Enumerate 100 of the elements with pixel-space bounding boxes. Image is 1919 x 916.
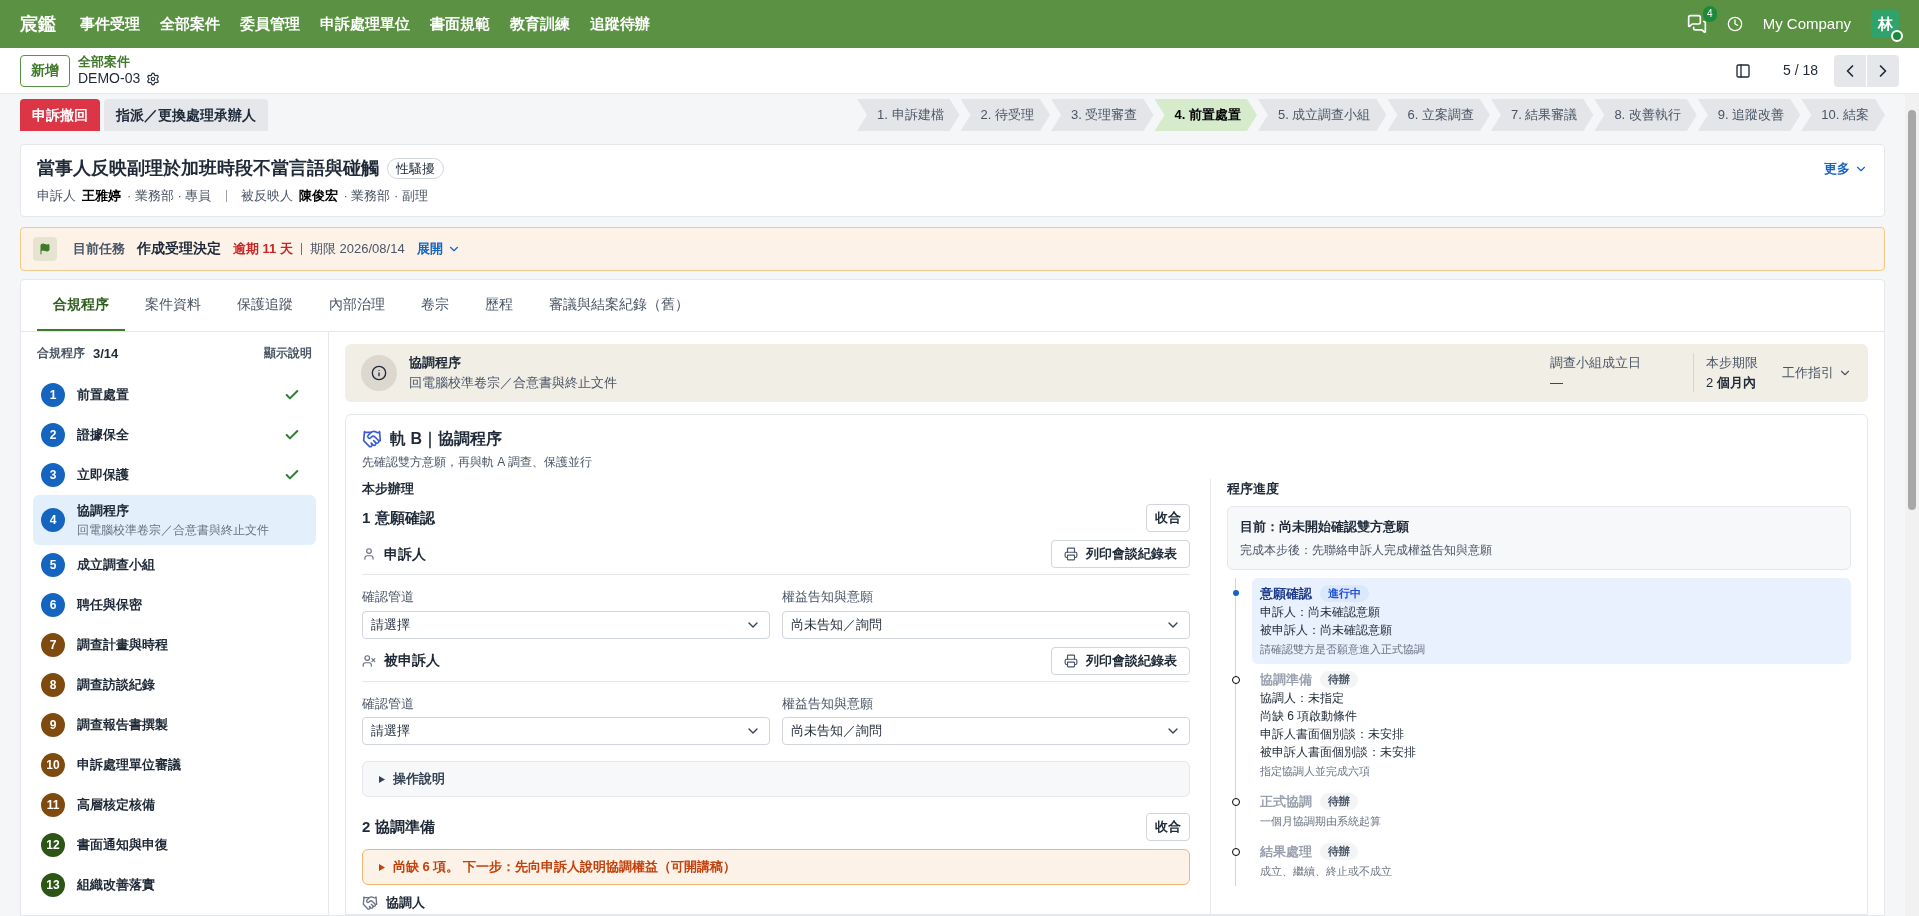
tab[interactable]: 歷程 — [469, 279, 529, 331]
timeline-note: 指定協調人並完成六項 — [1260, 764, 1371, 779]
next-button[interactable] — [1867, 54, 1899, 87]
previous-button[interactable] — [1834, 54, 1866, 87]
stage-step[interactable]: 2. 待受理 — [960, 99, 1051, 131]
stage-step[interactable]: 7. 結果審議 — [1490, 99, 1594, 131]
nav-link[interactable]: 追蹤待辦 — [590, 12, 650, 36]
step-item[interactable]: 9 調查報告書撰製 — [33, 704, 316, 745]
tab[interactable]: 審議與結案紀錄（舊） — [533, 279, 705, 331]
nav-link[interactable]: 事件受理 — [80, 12, 140, 36]
brand-name[interactable]: 宸鑑 — [20, 10, 56, 38]
scrollbar[interactable] — [1905, 94, 1919, 916]
chat-icon[interactable] — [1686, 14, 1707, 34]
step-label: 證據保全 — [77, 426, 130, 445]
handshake-icon — [362, 428, 382, 449]
step-item[interactable]: 6 聘任與保密 — [33, 584, 316, 625]
print-button[interactable]: 列印會談紀錄表 — [1051, 646, 1190, 675]
select-field[interactable]: 請選擇 — [362, 717, 770, 745]
breadcrumb-link[interactable]: 全部案件 — [78, 53, 161, 70]
step-number: 4 — [41, 507, 65, 532]
more-link[interactable]: 更多 — [1824, 159, 1868, 179]
step-item[interactable]: 5 成立調查小組 — [33, 544, 316, 585]
step-number: 5 — [41, 552, 65, 577]
mediator-label: 協調人 — [386, 894, 425, 912]
step-item[interactable]: 1 前置處置 — [33, 375, 316, 415]
nav-link[interactable]: 申訴處理單位 — [320, 12, 410, 36]
nav-link[interactable]: 教育訓練 — [510, 12, 570, 36]
step-label: 組織改善落實 — [77, 875, 156, 894]
step-item[interactable]: 13 組織改善落實 — [33, 864, 316, 905]
stage-step[interactable]: 6. 立案調查 — [1387, 99, 1490, 131]
expand-link[interactable]: 展開 — [416, 238, 461, 259]
step-item[interactable]: 8 調查訪談紀錄 — [33, 664, 316, 705]
print-button[interactable]: 列印會談紀錄表 — [1051, 540, 1190, 568]
step-item[interactable]: 2 證據保全 — [33, 415, 316, 455]
stage-step[interactable]: 8. 改善執行 — [1594, 99, 1697, 131]
work-guide-link[interactable]: 工作指引 — [1782, 362, 1852, 383]
tab[interactable]: 保護追蹤 — [221, 279, 309, 331]
step-label: 前置處置 — [77, 386, 130, 405]
timeline-title: 意願確認 — [1260, 584, 1312, 603]
step-number: 11 — [41, 792, 65, 817]
step-item[interactable]: 7 調查計畫與時程 — [33, 624, 316, 665]
step-item[interactable]: 11 高層核定核備 — [33, 784, 316, 825]
banner-field-value: 2 個月內 — [1706, 373, 1757, 392]
track-title: 軌 B｜協調程序 — [390, 428, 502, 451]
user-icon — [362, 547, 376, 561]
steps-title: 合規程序 — [37, 345, 85, 363]
show-help-link[interactable]: 顯示說明 — [264, 344, 312, 363]
next-step-text: 完成本步後：先聯絡申訴人完成權益告知與意願 — [1240, 541, 1493, 559]
stage-step[interactable]: 9. 追蹤改善 — [1697, 99, 1801, 131]
nav-link[interactable]: 書面規範 — [430, 12, 490, 36]
collapse-button[interactable]: 收合 — [1146, 504, 1190, 532]
panel-icon[interactable] — [1734, 62, 1751, 79]
step-label: 調查報告書撰製 — [77, 715, 169, 734]
select-field[interactable]: 尚未告知／詢問 — [782, 610, 1190, 639]
new-button[interactable]: 新增 — [20, 54, 70, 87]
party-name: 被申訴人 — [384, 651, 440, 670]
section-title: 1 意願確認 — [362, 507, 435, 528]
task-label: 目前任務 — [73, 239, 125, 258]
company-name[interactable]: My Company — [1762, 12, 1851, 36]
step-item[interactable]: 3 立即保護 — [33, 455, 316, 495]
stage-step[interactable]: 1. 申訴建檔 — [857, 99, 960, 131]
instructions-toggle[interactable]: 操作說明 — [362, 761, 1190, 797]
nav-link[interactable]: 全部案件 — [160, 12, 220, 36]
tab[interactable]: 內部治理 — [313, 279, 401, 331]
current-status: 目前：尚未開始確認雙方意願 — [1240, 518, 1410, 536]
select-field[interactable]: 尚未告知／詢問 — [782, 717, 1190, 745]
step-number: 9 — [41, 712, 65, 737]
assign-button[interactable]: 指派／更換處理承辦人 — [104, 99, 268, 131]
withdraw-button[interactable]: 申訴撤回 — [20, 99, 100, 131]
timeline-detail: 尚缺 6 項啟動條件 — [1260, 708, 1359, 725]
step-item[interactable]: 4 協調程序 回電腦校準卷宗／合意書與終止文件 — [33, 495, 316, 545]
tab[interactable]: 合規程序 — [37, 279, 125, 331]
stage-step[interactable]: 5. 成立調查小組 — [1257, 99, 1387, 131]
step-item[interactable]: 10 申訴處理單位審議 — [33, 744, 316, 785]
timeline-note: 一個月協調期由系統起算 — [1260, 814, 1382, 829]
field-label: 權益告知與意願 — [782, 588, 874, 606]
settings-icon[interactable] — [146, 71, 161, 86]
track-subtitle: 先確認雙方意願，再與軌 A 調查、保護並行 — [362, 453, 593, 471]
nav-link[interactable]: 委員管理 — [240, 12, 300, 36]
step-label: 協調程序 — [77, 502, 130, 520]
handshake-icon — [362, 894, 378, 911]
stage-step[interactable]: 10. 結案 — [1801, 99, 1885, 131]
status-badge: 待辦 — [1320, 793, 1358, 810]
respondent-info: · 業務部 · 副理 — [343, 187, 428, 205]
collapse-button[interactable]: 收合 — [1146, 813, 1190, 841]
stage-step[interactable]: 3. 受理審查 — [1051, 99, 1154, 131]
complainant-info: · 業務部 · 專員 — [127, 187, 212, 205]
select-field[interactable]: 請選擇 — [362, 610, 770, 639]
printer-icon — [1064, 653, 1078, 668]
step-label: 調查計畫與時程 — [77, 635, 169, 654]
clock-icon[interactable] — [1726, 16, 1743, 32]
step-number: 1 — [41, 383, 65, 407]
step-number: 10 — [41, 752, 65, 777]
step-item[interactable]: 12 書面通知與申復 — [33, 824, 316, 865]
stage-step[interactable]: 4. 前置處置 — [1154, 99, 1257, 131]
tab[interactable]: 卷宗 — [405, 279, 465, 331]
tab[interactable]: 案件資料 — [129, 279, 217, 331]
timeline-title: 結果處理 — [1260, 842, 1312, 861]
field-label: 確認管道 — [362, 588, 415, 606]
step-number: 8 — [41, 672, 65, 697]
